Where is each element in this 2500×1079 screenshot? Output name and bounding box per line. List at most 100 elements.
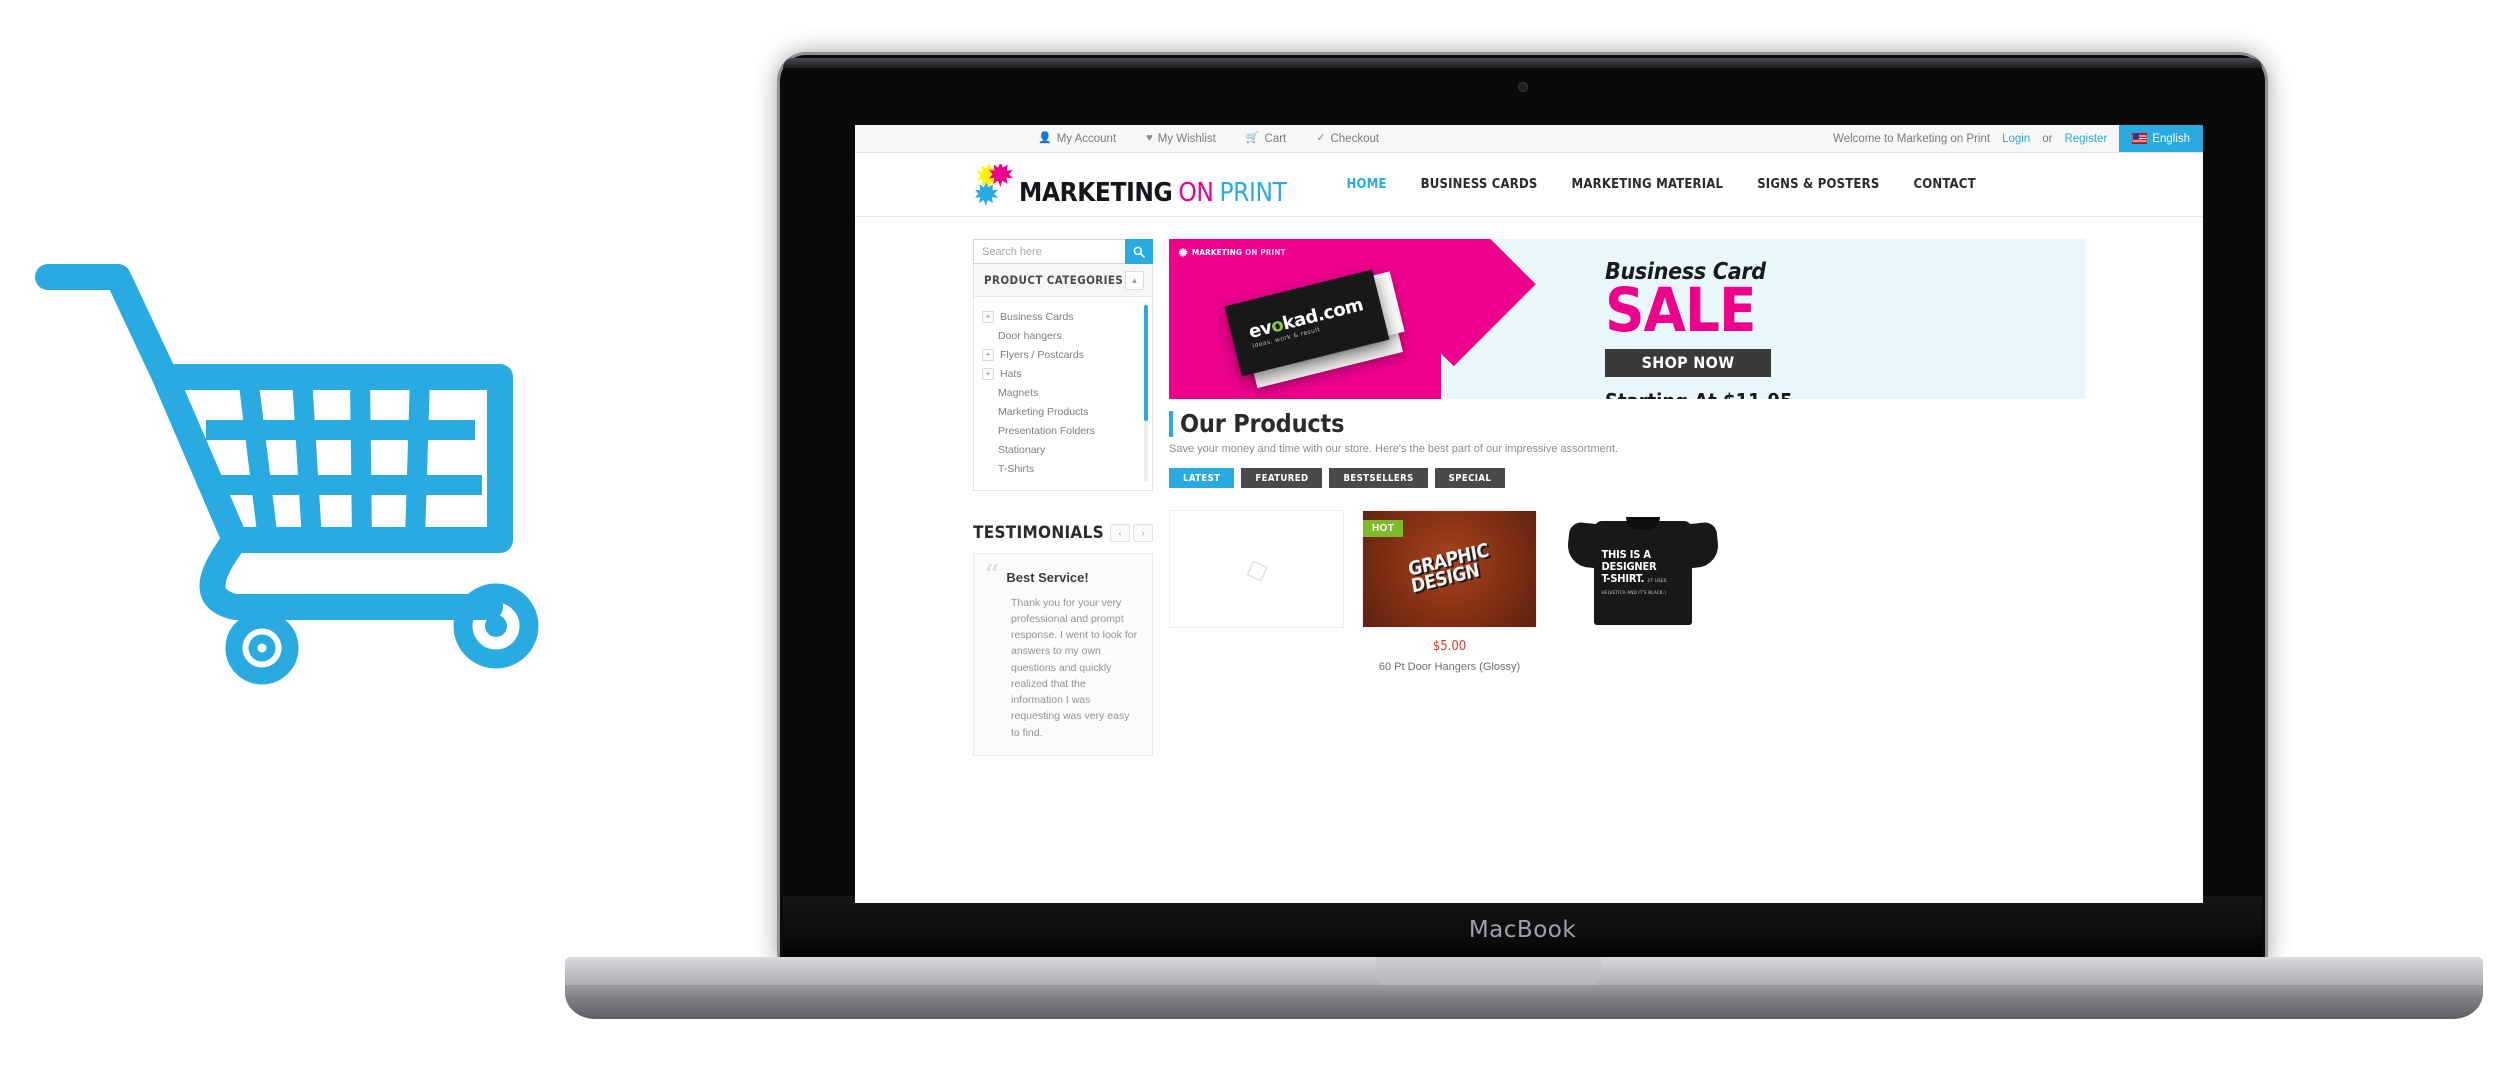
shopping-cart-graphic (30, 255, 550, 685)
search-button[interactable] (1125, 239, 1153, 264)
banner-logo: MARKETING ON PRINT (1178, 247, 1286, 258)
category-label: Stationary (998, 443, 1046, 456)
category-label: Flyers / Postcards (1000, 348, 1085, 361)
tshirt-line3: T-SHIRT. (1601, 571, 1645, 585)
product-categories-header[interactable]: PRODUCT CATEGORIES ▲ (974, 264, 1152, 297)
product-card[interactable]: ◇ (1169, 510, 1344, 673)
category-label: Magnets (998, 386, 1039, 399)
topbar-link-label: Checkout (1330, 132, 1380, 145)
laptop-base-front (565, 985, 2483, 1019)
testimonial-next-button[interactable]: › (1133, 524, 1153, 542)
tab-bestsellers[interactable]: BESTSELLERS (1329, 468, 1428, 488)
logo-wordmark: MARKETING ON PRINT (1019, 177, 1287, 208)
topbar-link-my-wishlist[interactable]: ♥ My Wishlist (1146, 133, 1216, 145)
browser-viewport: 👤 My Account ♥ My Wishlist 🛒 Cart ✓ Chec… (855, 125, 2203, 903)
testimonials-header: TESTIMONIALS ‹ › (973, 523, 1153, 543)
category-item-door-hangers[interactable]: Door hangers (982, 326, 1146, 345)
no-expand-spacer (982, 426, 992, 436)
our-products-heading: Our Products (1180, 409, 1345, 438)
expand-plus-icon[interactable]: + (982, 367, 994, 380)
product-image: HOT GRAPHIC DESIGN (1362, 510, 1537, 628)
nav-item-business-cards[interactable]: BUSINESS CARDS (1421, 177, 1538, 192)
shop-now-button[interactable]: SHOP NOW (1605, 348, 1771, 377)
category-item-marketing-products[interactable]: Marketing Products (982, 402, 1146, 421)
expand-plus-icon[interactable]: + (982, 310, 994, 323)
category-item-magnets[interactable]: Magnets (982, 383, 1146, 402)
category-list: + Business Cards Door hangers + Flyers /… (974, 297, 1152, 490)
site-header: MARKETING ON PRINT HOME BUSINESS CARDS MAR… (855, 153, 2203, 217)
heart-icon: ♥ (1146, 132, 1153, 144)
no-expand-spacer (982, 445, 992, 455)
search-icon (1133, 246, 1145, 258)
product-card[interactable]: HOT GRAPHIC DESIGN $5.00 60 Pt Door Hang… (1362, 510, 1537, 673)
user-icon: 👤 (1038, 132, 1052, 144)
utility-topbar: 👤 My Account ♥ My Wishlist 🛒 Cart ✓ Chec… (855, 125, 2203, 153)
topbar-link-checkout[interactable]: ✓ Checkout (1316, 133, 1379, 145)
login-link[interactable]: Login (2002, 133, 2030, 145)
banner-headline: SALE (1605, 275, 1756, 346)
topbar-link-label: My Account (1056, 132, 1117, 145)
language-selector[interactable]: English (2119, 125, 2203, 152)
category-item-business-cards[interactable]: + Business Cards (982, 307, 1146, 326)
product-name[interactable]: 60 Pt Door Hangers (Glossy) (1362, 661, 1537, 673)
category-item-flyers-postcards[interactable]: + Flyers / Postcards (982, 345, 1146, 364)
nav-item-home[interactable]: HOME (1346, 177, 1386, 192)
product-grid: ◇ HOT GRAPHIC DESIGN $5.00 60 Pt Door Ha… (1169, 510, 2085, 673)
main-navigation: HOME BUSINESS CARDS MARKETING MATERIAL S… (1346, 177, 1975, 192)
testimonial-prev-button[interactable]: ‹ (1110, 524, 1130, 542)
splat-icon (1178, 247, 1189, 258)
check-icon: ✓ (1316, 132, 1326, 144)
banner-splash-drop (1401, 343, 1427, 377)
logo-word-on: ON (1178, 177, 1214, 208)
tab-featured[interactable]: FEATURED (1241, 468, 1323, 488)
expand-plus-icon[interactable]: + (982, 348, 994, 361)
no-expand-spacer (982, 331, 992, 341)
macbook-device: MacBook 👤 My Account ♥ My Wishlist 🛒 Car… (565, 55, 2483, 1019)
category-item-hats[interactable]: + Hats (982, 364, 1146, 383)
product-categories-panel: PRODUCT CATEGORIES ▲ + Business Cards Do… (973, 264, 1153, 491)
topbar-link-my-account[interactable]: 👤 My Account (1038, 133, 1116, 145)
tab-latest[interactable]: LATEST (1169, 468, 1235, 488)
banner-logo-part1: MARKETING (1192, 248, 1243, 257)
no-expand-spacer (982, 388, 992, 398)
category-label: Marketing Products (998, 405, 1089, 418)
category-item-stationary[interactable]: Stationary (982, 440, 1146, 459)
logo-word-print: PRINT (1219, 177, 1287, 208)
category-item-presentation-folders[interactable]: Presentation Folders (982, 421, 1146, 440)
testimonial-text: Thank you for your very professional and… (1011, 596, 1138, 739)
topbar-link-cart[interactable]: 🛒 Cart (1246, 133, 1286, 145)
us-flag-icon (2132, 133, 2148, 144)
nav-item-signs-posters[interactable]: SIGNS & POSTERS (1757, 177, 1879, 192)
register-link[interactable]: Register (2064, 133, 2107, 145)
nav-item-contact[interactable]: CONTACT (1913, 177, 1975, 192)
category-label: Hats (1000, 367, 1022, 380)
no-expand-spacer (982, 407, 992, 417)
our-products-heading-row: Our Products (1169, 409, 2085, 438)
category-item-t-shirts[interactable]: T-Shirts (982, 459, 1146, 478)
product-price: $5.00 (1432, 639, 1467, 654)
language-label: English (2152, 132, 2190, 145)
graphic-design-text: GRAPHIC DESIGN (1406, 539, 1493, 598)
topbar-link-label: Cart (1264, 132, 1287, 145)
promo-banner[interactable]: MARKETING ON PRINT evokad.com ideas. wor… (1169, 239, 2085, 399)
nav-item-marketing-material[interactable]: MARKETING MATERIAL (1572, 177, 1724, 192)
site-logo[interactable]: MARKETING ON PRINT (975, 161, 1287, 208)
or-text: or (2042, 132, 2053, 145)
category-label: Business Cards (1000, 310, 1074, 323)
search-input[interactable]: Search here (973, 239, 1125, 264)
testimonial-title: Best Service! (1006, 570, 1089, 585)
main-content: MARKETING ON PRINT evokad.com ideas. wor… (1169, 239, 2085, 756)
card-brand-text: evokad.com ideas. work & result (1247, 294, 1367, 349)
testimonials-nav: ‹ › (1110, 524, 1153, 542)
business-cards-photo: evokad.com ideas. work & result (1224, 269, 1405, 389)
laptop-lid: MacBook 👤 My Account ♥ My Wishlist 🛒 Car… (780, 55, 2265, 965)
topbar-link-label: My Wishlist (1157, 132, 1216, 145)
hot-badge: HOT (1363, 520, 1404, 537)
product-card[interactable]: THIS IS A DESIGNER T-SHIRT. (IT USES HEL… (1555, 510, 1730, 673)
banner-starting-price: Starting At $11.95 (1605, 389, 2085, 399)
category-label: T-Shirts (998, 462, 1035, 475)
category-scrollbar-thumb[interactable] (1144, 305, 1148, 421)
chevron-up-icon[interactable]: ▲ (1125, 270, 1144, 290)
macbook-wordmark: MacBook (1468, 917, 1577, 943)
tab-special[interactable]: SPECIAL (1434, 468, 1506, 488)
